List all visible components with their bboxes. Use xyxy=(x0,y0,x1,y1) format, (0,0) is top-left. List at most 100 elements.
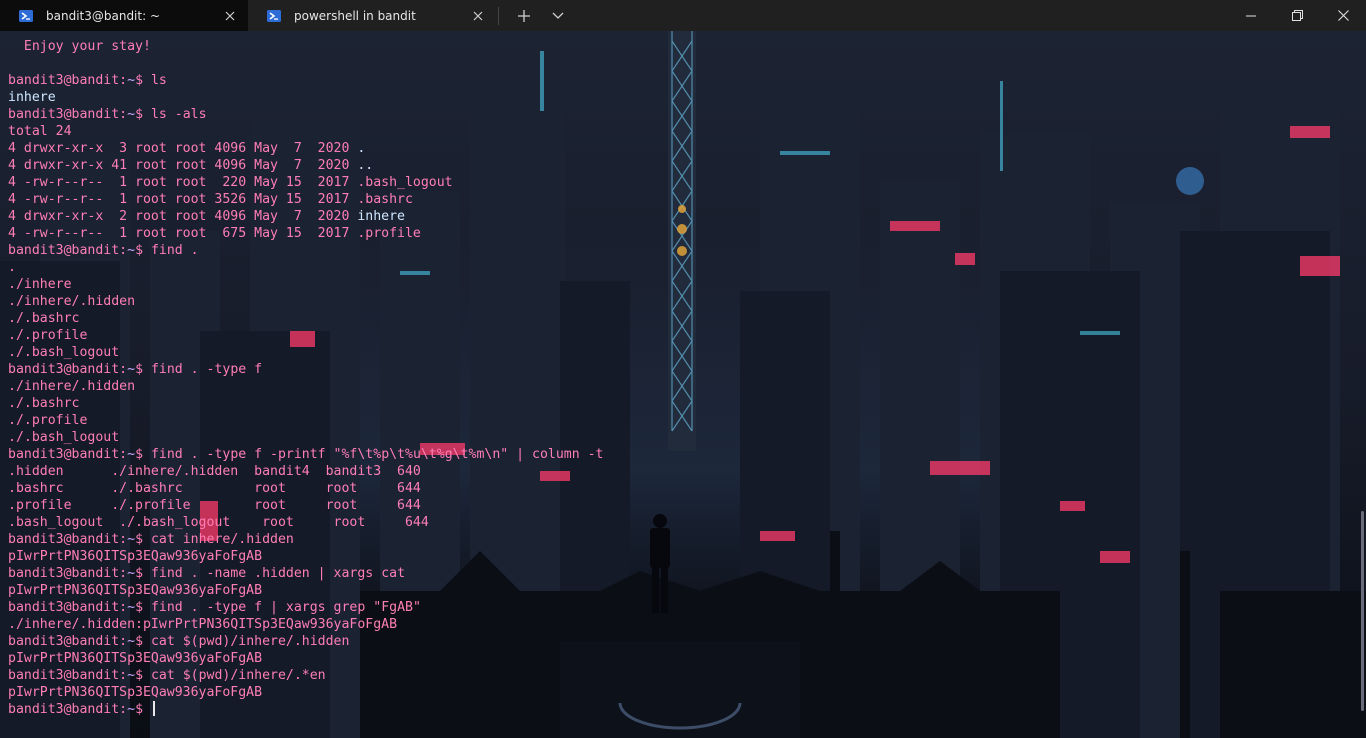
terminal-line: bandit3@bandit:~$ find . -type f -printf… xyxy=(8,446,604,463)
output-segment: ./.profile xyxy=(8,413,88,428)
terminal-line: pIwrPrtPN36QITSp3EQaw936yaFoFgAB xyxy=(8,650,604,667)
prompt-segment: ~ xyxy=(127,532,136,547)
terminal-line: 4 drwxr-xr-x 3 root root 4096 May 7 2020… xyxy=(8,140,604,157)
terminal-line: ./inhere/.hidden xyxy=(8,293,604,310)
prompt-segment: $ cat $(pwd)/inhere/.hidden xyxy=(135,634,350,649)
output-segment: pIwrPrtPN36QITSp3EQaw936yaFoFgAB xyxy=(8,583,263,598)
output-segment: 4 -rw-r--r-- 1 root root 3526 May 15 201… xyxy=(8,192,413,207)
new-tab-button[interactable] xyxy=(507,0,541,31)
terminal-line: ./.bashrc xyxy=(8,310,604,327)
terminal-line: inhere xyxy=(8,89,604,106)
tab-dropdown-button[interactable] xyxy=(541,0,575,31)
output-segment: 4 -rw-r--r-- 1 root root 675 May 15 2017… xyxy=(8,226,421,241)
minimize-button[interactable] xyxy=(1228,0,1274,31)
terminal-line: ./.bash_logout xyxy=(8,344,604,361)
close-icon[interactable] xyxy=(470,8,486,24)
output-segment: ./.profile xyxy=(8,328,88,343)
terminal-line: pIwrPrtPN36QITSp3EQaw936yaFoFgAB xyxy=(8,684,604,701)
output-segment: pIwrPrtPN36QITSp3EQaw936yaFoFgAB xyxy=(8,549,263,564)
terminal-output: Enjoy your stay! bandit3@bandit:~$ ls inhe… xyxy=(8,38,604,718)
output-segment: Enjoy your stay! xyxy=(8,39,151,54)
prompt-segment: $ find . -type f | xargs grep "FgAB" xyxy=(135,600,421,615)
output-segment: ./.bash_logout xyxy=(8,430,120,445)
terminal-line: .bashrc ./.bashrc root root 644 xyxy=(8,480,604,497)
prompt-segment: : xyxy=(119,107,128,122)
output-segment: ./inhere xyxy=(8,277,72,292)
close-icon[interactable] xyxy=(222,8,238,24)
prompt-segment: : xyxy=(119,362,128,377)
terminal-line: . xyxy=(8,259,604,276)
terminal-line: ./inhere/.hidden:pIwrPrtPN36QITSp3EQaw93… xyxy=(8,616,604,633)
output-segment: 4 drwxr-xr-x 3 root root 4096 May 7 2020 xyxy=(8,141,358,156)
prompt-segment: $ ls -als xyxy=(135,107,207,122)
tab-divider xyxy=(498,6,499,25)
prompt-segment: ~ xyxy=(127,566,136,581)
terminal-line: total 24 xyxy=(8,123,604,140)
scrollbar[interactable] xyxy=(1361,511,1364,711)
titlebar-drag-area[interactable] xyxy=(575,0,1228,31)
close-window-button[interactable] xyxy=(1320,0,1366,31)
close-icon xyxy=(1337,10,1349,21)
prompt-segment: bandit3@bandit xyxy=(8,566,120,581)
prompt-segment: : xyxy=(119,73,128,88)
terminal-line: ./.bash_logout xyxy=(8,429,604,446)
output-segment: pIwrPrtPN36QITSp3EQaw936yaFoFgAB xyxy=(8,685,263,700)
tab-powershell[interactable]: powershell in bandit xyxy=(248,0,496,31)
title-bar: bandit3@bandit: ~ powershell in bandit xyxy=(0,0,1366,31)
powershell-icon xyxy=(267,9,281,22)
tab-title: bandit3@bandit: ~ xyxy=(46,8,161,23)
prompt-segment: $ find . -name .hidden | xargs cat xyxy=(135,566,406,581)
output-segment: . xyxy=(357,141,366,156)
plus-icon xyxy=(518,9,530,22)
terminal-line: 4 drwxr-xr-x 2 root root 4096 May 7 2020… xyxy=(8,208,604,225)
prompt-segment: ~ xyxy=(127,634,136,649)
output-segment: ./.bashrc xyxy=(8,396,80,411)
powershell-icon xyxy=(19,9,33,22)
prompt-segment: ~ xyxy=(127,73,136,88)
terminal-line: 4 drwxr-xr-x 41 root root 4096 May 7 202… xyxy=(8,157,604,174)
prompt-segment: $ cat $(pwd)/inhere/.*en xyxy=(135,668,326,683)
prompt-segment: bandit3@bandit xyxy=(8,532,120,547)
terminal-line: bandit3@bandit:~$ cat $(pwd)/inhere/.hid… xyxy=(8,633,604,650)
prompt-segment: : xyxy=(119,702,128,717)
output-segment: .hidden ./inhere/.hidden bandit4 bandit3… xyxy=(8,464,421,479)
output-segment: .bash_logout ./.bash_logout root root 64… xyxy=(8,515,429,530)
terminal-line: .bash_logout ./.bash_logout root root 64… xyxy=(8,514,604,531)
output-segment: inhere xyxy=(8,90,56,105)
terminal-line: 4 -rw-r--r-- 1 root root 675 May 15 2017… xyxy=(8,225,604,242)
output-segment: ./inhere/.hidden xyxy=(8,294,136,309)
prompt-segment: : xyxy=(119,566,128,581)
prompt-segment: bandit3@bandit xyxy=(8,362,120,377)
prompt-segment: ~ xyxy=(127,107,136,122)
maximize-button[interactable] xyxy=(1274,0,1320,31)
prompt-segment: bandit3@bandit xyxy=(8,600,120,615)
prompt-segment: bandit3@bandit xyxy=(8,702,120,717)
chevron-down-icon xyxy=(552,12,564,19)
prompt-segment: ~ xyxy=(127,447,136,462)
terminal-line: Enjoy your stay! xyxy=(8,38,604,55)
prompt-segment: bandit3@bandit xyxy=(8,73,120,88)
prompt-segment: ~ xyxy=(127,600,136,615)
prompt-segment: bandit3@bandit xyxy=(8,668,120,683)
terminal-line: bandit3@bandit:~$ xyxy=(8,701,604,718)
prompt-segment: ~ xyxy=(127,243,136,258)
terminal-line: ./.bashrc xyxy=(8,395,604,412)
terminal-line: bandit3@bandit:~$ find . xyxy=(8,242,604,259)
terminal-pane[interactable]: Enjoy your stay! bandit3@bandit:~$ ls inhe… xyxy=(0,31,1366,738)
terminal-line: ./.profile xyxy=(8,412,604,429)
terminal-line: .profile ./.profile root root 644 xyxy=(8,497,604,514)
tab-bandit3[interactable]: bandit3@bandit: ~ xyxy=(0,0,248,31)
prompt-segment: $ find . xyxy=(135,243,199,258)
prompt-segment: ~ xyxy=(127,362,136,377)
prompt-segment: ~ xyxy=(127,702,136,717)
terminal-line: ./inhere/.hidden xyxy=(8,378,604,395)
tab-title: powershell in bandit xyxy=(294,8,416,23)
terminal-line: bandit3@bandit:~$ find . -type f | xargs… xyxy=(8,599,604,616)
output-segment: ./.bash_logout xyxy=(8,345,120,360)
terminal-line: .hidden ./inhere/.hidden bandit4 bandit3… xyxy=(8,463,604,480)
output-segment: 4 -rw-r--r-- 1 root root 220 May 15 2017… xyxy=(8,175,453,190)
prompt-segment: bandit3@bandit xyxy=(8,447,120,462)
terminal-line: ./inhere xyxy=(8,276,604,293)
output-segment: 4 drwxr-xr-x 41 root root 4096 May 7 202… xyxy=(8,158,358,173)
